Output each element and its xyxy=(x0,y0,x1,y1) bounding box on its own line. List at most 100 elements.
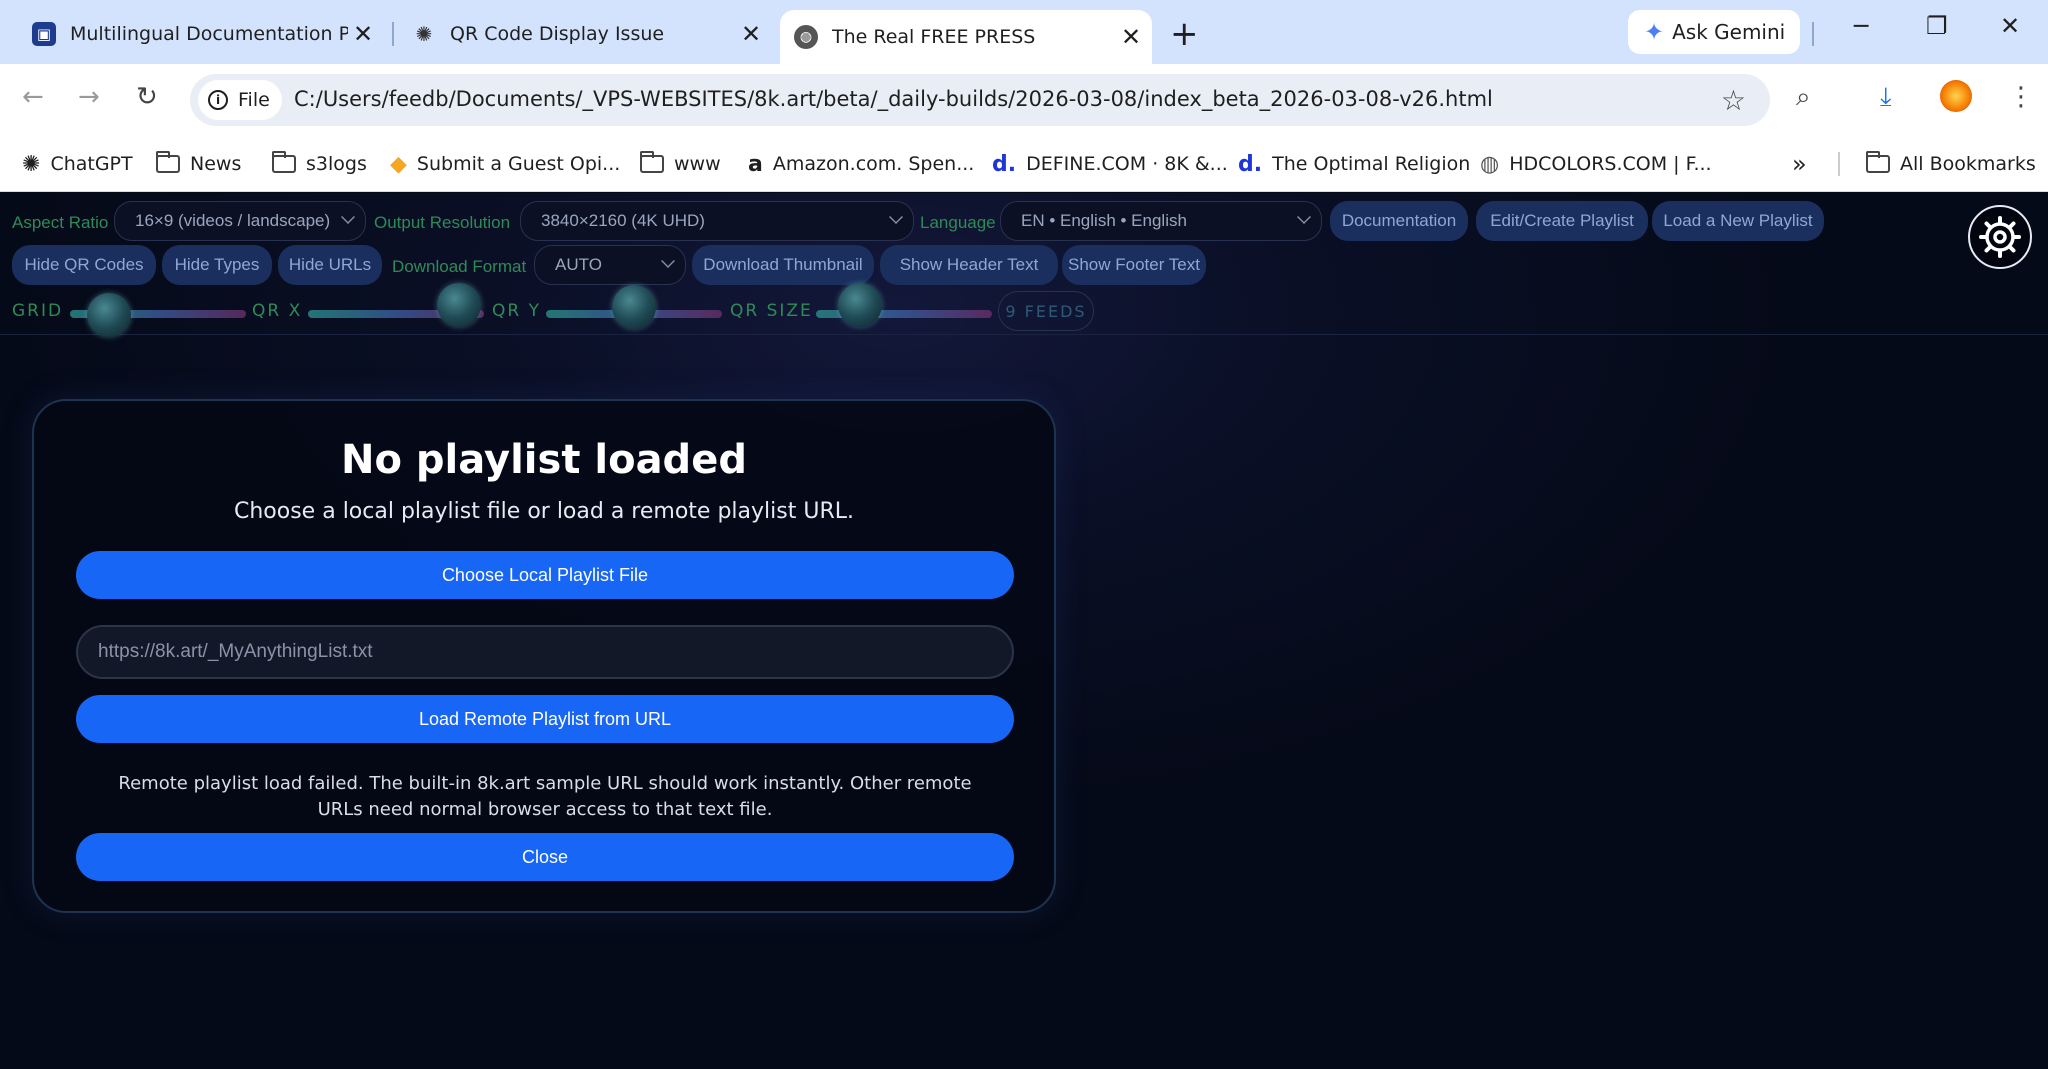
bookmark-label: HDCOLORS.COM | F... xyxy=(1509,153,1712,175)
bookmark-label: Submit a Guest Opi... xyxy=(416,153,621,175)
openai-icon: ✺ xyxy=(22,151,41,177)
url-text[interactable]: C:/Users/feedb/Documents/_VPS-WEBSITES/8… xyxy=(294,87,1493,111)
more-bookmarks-icon[interactable]: » xyxy=(1792,146,1807,182)
output-resolution-value: 3840×2160 (4K UHD) xyxy=(541,211,705,230)
page-content: Aspect Ratio 16×9 (videos / landscape) O… xyxy=(0,193,2048,1069)
bookmarks-bar: ✺ ChatGPT News s3logs ◆ Submit a Guest O… xyxy=(0,136,2048,192)
aspect-ratio-label: Aspect Ratio xyxy=(12,213,109,232)
show-header-text-button[interactable]: Show Header Text xyxy=(880,245,1058,285)
define-icon: d. xyxy=(1238,151,1263,177)
close-icon[interactable]: ✕ xyxy=(736,20,766,48)
profile-avatar[interactable] xyxy=(1940,80,1972,112)
folder-icon xyxy=(272,151,296,173)
site-info-label: File xyxy=(238,89,270,111)
tab-title: The Real FREE PRESS xyxy=(832,26,1036,48)
chevron-down-icon xyxy=(889,210,903,224)
back-icon[interactable]: ← xyxy=(22,82,44,112)
forward-icon[interactable]: → xyxy=(78,82,100,112)
folder-icon xyxy=(1866,151,1890,173)
download-icon[interactable]: ⤓ xyxy=(1880,82,1892,113)
show-footer-text-button[interactable]: Show Footer Text xyxy=(1062,245,1206,285)
chevron-down-icon xyxy=(341,210,355,224)
menu-icon[interactable]: ⋮ xyxy=(2008,82,2034,112)
load-remote-playlist-button[interactable]: Load Remote Playlist from URL xyxy=(76,695,1014,743)
hide-qr-codes-button[interactable]: Hide QR Codes xyxy=(12,245,156,285)
bookmark-label: ChatGPT xyxy=(50,153,133,175)
hide-types-button[interactable]: Hide Types xyxy=(162,245,272,285)
globe-icon: ◍ xyxy=(794,25,818,49)
bookmark-label: The Optimal Religion xyxy=(1272,153,1471,175)
bookmark-news[interactable]: News xyxy=(156,146,241,182)
settings-gear-icon[interactable] xyxy=(1968,205,2032,269)
playlist-url-placeholder: https://8k.art/_MyAnythingList.txt xyxy=(98,641,373,662)
language-select[interactable]: EN • English • English xyxy=(1000,201,1322,241)
minimize-icon[interactable]: ─ xyxy=(1854,12,1868,40)
chevron-down-icon xyxy=(661,254,675,268)
load-new-playlist-button[interactable]: Load a New Playlist xyxy=(1652,201,1824,241)
close-icon[interactable]: ✕ xyxy=(348,20,378,48)
bookmark-www[interactable]: www xyxy=(640,146,721,182)
hide-urls-button[interactable]: Hide URLs xyxy=(278,245,382,285)
folder-icon xyxy=(640,151,664,173)
bookmark-s3logs[interactable]: s3logs xyxy=(272,146,367,182)
language-label: Language xyxy=(920,213,996,232)
tab-title: Multilingual Documentation Po xyxy=(70,23,348,45)
qr-size-slider-handle[interactable] xyxy=(838,283,882,327)
bookmark-hdcolors[interactable]: ◍ HDCOLORS.COM | F... xyxy=(1480,146,1712,182)
browser-toolbar: ← → ↻ i File C:/Users/feedb/Documents/_V… xyxy=(0,64,2048,136)
app-icon: ▣ xyxy=(32,22,56,46)
close-window-icon[interactable]: ✕ xyxy=(2000,12,2020,40)
all-bookmarks-label: All Bookmarks xyxy=(1900,153,2036,175)
tab-strip: ▣ Multilingual Documentation Po ✕ ✺ QR C… xyxy=(0,0,2048,64)
qr-y-slider-handle[interactable] xyxy=(612,285,656,329)
playlist-url-input[interactable]: https://8k.art/_MyAnythingList.txt xyxy=(76,625,1014,679)
output-resolution-label: Output Resolution xyxy=(374,213,511,232)
bookmark-label: DEFINE.COM · 8K &... xyxy=(1026,153,1228,175)
site-info-chip[interactable]: i File xyxy=(198,80,282,120)
tab-real-free-press[interactable]: ◍ The Real FREE PRESS ✕ xyxy=(780,10,1152,64)
documentation-button[interactable]: Documentation xyxy=(1330,201,1468,241)
all-bookmarks[interactable]: All Bookmarks xyxy=(1866,146,2036,182)
no-playlist-dialog: No playlist loaded Choose a local playli… xyxy=(32,399,1056,913)
bookmark-chatgpt[interactable]: ✺ ChatGPT xyxy=(22,146,133,182)
ask-gemini-button[interactable]: ✦ Ask Gemini xyxy=(1628,10,1800,54)
aspect-ratio-value: 16×9 (videos / landscape) xyxy=(135,211,331,230)
bookmark-label: News xyxy=(190,153,242,175)
dialog-subtitle: Choose a local playlist file or load a r… xyxy=(234,499,854,524)
bookmark-guest-opinion[interactable]: ◆ Submit a Guest Opi... xyxy=(390,146,620,182)
restore-icon[interactable]: ❐ xyxy=(1926,12,1948,40)
qr-y-slider-label: QR Y xyxy=(492,301,541,321)
qr-x-slider-handle[interactable] xyxy=(437,283,482,327)
new-tab-button[interactable]: + xyxy=(1170,14,1199,54)
close-icon[interactable]: ✕ xyxy=(1116,23,1146,51)
bookmarks-divider xyxy=(1838,152,1840,176)
choose-local-playlist-button[interactable]: Choose Local Playlist File xyxy=(76,551,1014,599)
download-format-select[interactable]: AUTO xyxy=(534,245,686,285)
tab-title: QR Code Display Issue xyxy=(450,23,665,45)
reload-icon[interactable]: ↻ xyxy=(136,82,158,112)
feeds-count-badge: 9 FEEDS xyxy=(998,291,1094,331)
close-dialog-button[interactable]: Close xyxy=(76,833,1014,881)
tab-divider xyxy=(1812,22,1814,46)
aspect-ratio-select[interactable]: 16×9 (videos / landscape) xyxy=(114,201,366,241)
folder-icon xyxy=(156,151,180,173)
airtable-icon: ◆ xyxy=(390,151,407,177)
dialog-title: No playlist loaded xyxy=(341,437,747,483)
address-bar[interactable]: i File C:/Users/feedb/Documents/_VPS-WEB… xyxy=(190,74,1770,126)
bookmark-define[interactable]: d. DEFINE.COM · 8K &... xyxy=(992,146,1228,182)
define-icon: d. xyxy=(992,151,1017,177)
chevron-down-icon xyxy=(1297,210,1311,224)
search-tabs-icon[interactable]: ⌕ xyxy=(1796,82,1811,113)
output-resolution-select[interactable]: 3840×2160 (4K UHD) xyxy=(520,201,914,241)
grid-slider-handle[interactable] xyxy=(86,293,131,337)
download-thumbnail-button[interactable]: Download Thumbnail xyxy=(692,245,874,285)
bookmark-optimal-religion[interactable]: d. The Optimal Religion xyxy=(1238,146,1470,182)
ask-gemini-label: Ask Gemini xyxy=(1672,20,1786,44)
tab-multilingual-docs[interactable]: ▣ Multilingual Documentation Po ✕ xyxy=(0,12,384,56)
qr-size-slider-label: QR SIZE xyxy=(730,301,813,321)
tab-qr-code-issue[interactable]: ✺ QR Code Display Issue ✕ xyxy=(380,12,772,56)
bookmark-star-icon[interactable]: ☆ xyxy=(1721,84,1746,117)
download-format-value: AUTO xyxy=(555,255,602,274)
bookmark-amazon[interactable]: a Amazon.com. Spen... xyxy=(748,146,974,182)
edit-create-playlist-button[interactable]: Edit/Create Playlist xyxy=(1476,201,1648,241)
